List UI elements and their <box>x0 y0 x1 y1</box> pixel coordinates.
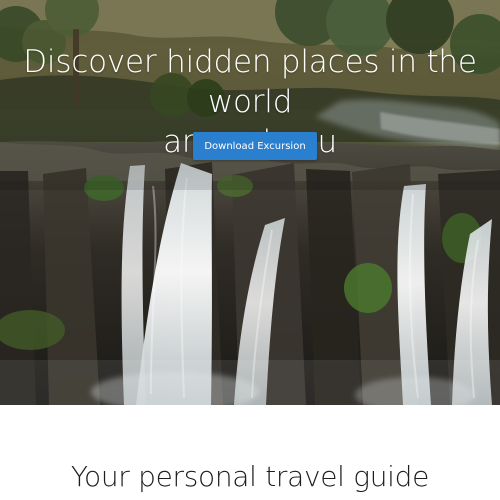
hero-headline-line-1: Discover hidden places in the world <box>23 44 477 120</box>
hero-content: Discover hidden places in the world arou… <box>0 0 500 405</box>
section-title: Your personal travel guide <box>70 460 430 493</box>
personal-travel-guide-section: Your personal travel guide <box>0 405 500 500</box>
download-excursion-button[interactable]: Download Excursion <box>193 132 317 160</box>
hero-section: Discover hidden places in the world arou… <box>0 0 500 405</box>
landing-page: Discover hidden places in the world arou… <box>0 0 500 500</box>
